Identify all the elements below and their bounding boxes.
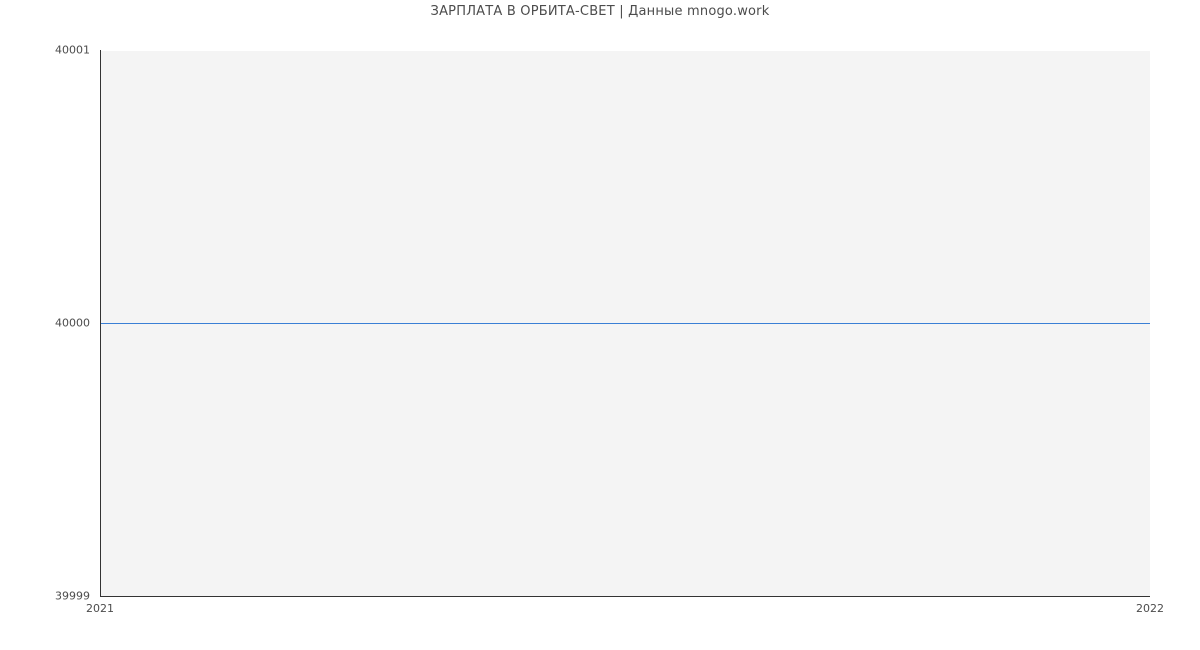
chart-title: ЗАРПЛАТА В ОРБИТА-СВЕТ | Данные mnogo.wo… [0, 4, 1200, 19]
grid-line [100, 50, 1150, 51]
y-tick-label: 40001 [0, 44, 90, 57]
axis-spine-left [100, 50, 101, 596]
axis-spine-bottom [100, 596, 1150, 597]
x-tick-label: 2022 [1136, 602, 1164, 615]
y-tick-label: 39999 [0, 590, 90, 603]
chart-container: ЗАРПЛАТА В ОРБИТА-СВЕТ | Данные mnogo.wo… [0, 0, 1200, 650]
x-tick-label: 2021 [86, 602, 114, 615]
data-line-salary [100, 323, 1150, 324]
y-tick-label: 40000 [0, 317, 90, 330]
